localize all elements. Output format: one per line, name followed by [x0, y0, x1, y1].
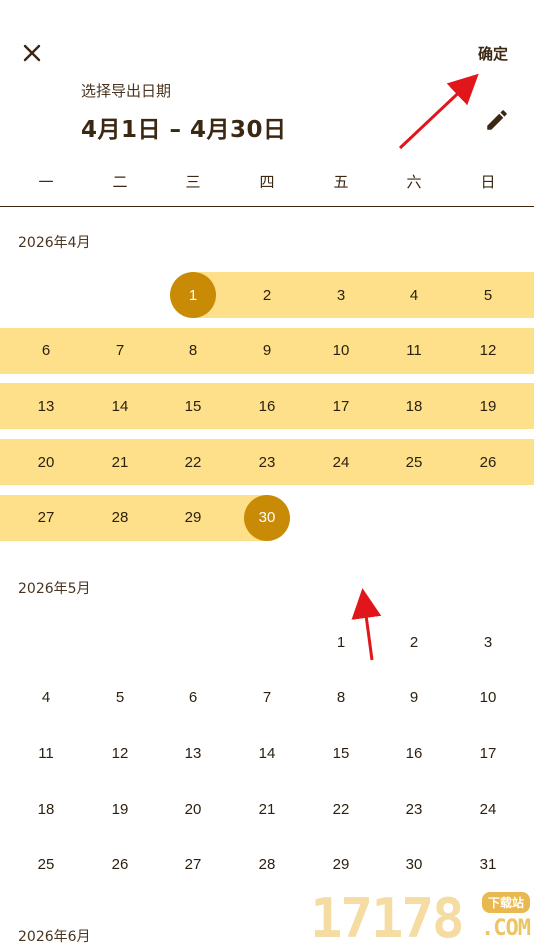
range-end-day[interactable]: 30 [244, 494, 290, 541]
calendar-day[interactable]: 21 [244, 786, 290, 832]
calendar-day[interactable]: 15 [318, 730, 364, 776]
watermark-number: 17178 [310, 887, 465, 950]
month-label: 2026年5月 [18, 581, 91, 597]
calendar-day[interactable]: 23 [244, 439, 290, 485]
calendar-day[interactable]: 3 [465, 619, 511, 665]
calendar-day[interactable]: 2 [391, 619, 437, 665]
range-start-day[interactable]: 1 [170, 272, 216, 318]
calendar-day[interactable]: 6 [23, 328, 69, 374]
confirm-button[interactable]: 确定 [478, 43, 508, 64]
calendar-day[interactable]: 12 [97, 730, 143, 776]
calendar-day[interactable]: 10 [318, 328, 364, 374]
calendar-day[interactable]: 20 [170, 786, 216, 832]
calendar-day[interactable]: 24 [465, 786, 511, 832]
month-label: 2026年6月 [18, 929, 91, 945]
calendar-day[interactable]: 29 [318, 842, 364, 888]
calendar-day[interactable]: 3 [318, 272, 364, 318]
calendar-day[interactable]: 27 [23, 495, 69, 541]
calendar-day[interactable]: 18 [23, 786, 69, 832]
calendar-day[interactable]: 28 [97, 495, 143, 541]
edit-date-button[interactable] [484, 107, 510, 133]
calendar-day[interactable]: 4 [391, 272, 437, 318]
dialog-subtitle: 选择导出日期 [81, 82, 172, 100]
calendar-day[interactable]: 31 [465, 842, 511, 888]
weekday-label: 日 [480, 173, 496, 191]
weekday-label: 六 [406, 173, 422, 191]
weekday-label: 二 [112, 173, 128, 191]
weekday-label: 一 [38, 173, 54, 191]
calendar-day[interactable]: 25 [391, 439, 437, 485]
calendar-day[interactable]: 4 [23, 675, 69, 721]
watermark-badge: 下载站 [481, 892, 530, 913]
calendar-day[interactable]: 13 [170, 730, 216, 776]
calendar-day[interactable]: 20 [23, 439, 69, 485]
watermark-suffix: .COM [481, 916, 531, 941]
calendar-day[interactable]: 21 [97, 439, 143, 485]
calendar-day[interactable]: 16 [391, 730, 437, 776]
calendar-day[interactable]: 19 [97, 786, 143, 832]
header-divider [0, 206, 534, 207]
calendar-day[interactable]: 22 [170, 439, 216, 485]
calendar-day[interactable]: 7 [244, 675, 290, 721]
close-icon [23, 44, 41, 62]
calendar-day[interactable]: 8 [318, 675, 364, 721]
calendar-day[interactable]: 24 [318, 439, 364, 485]
calendar-day[interactable]: 5 [465, 272, 511, 318]
calendar-day[interactable]: 23 [391, 786, 437, 832]
calendar-day[interactable]: 1 [318, 619, 364, 665]
calendar-day[interactable]: 10 [465, 675, 511, 721]
calendar-day[interactable]: 25 [23, 842, 69, 888]
calendar-day[interactable]: 11 [391, 328, 437, 374]
calendar-day[interactable]: 28 [244, 842, 290, 888]
calendar-day[interactable]: 2 [244, 272, 290, 318]
selected-range-title: 4月1日 – 4月30日 [81, 117, 287, 143]
calendar-day[interactable]: 12 [465, 328, 511, 374]
calendar-day[interactable]: 27 [170, 842, 216, 888]
weekday-label: 三 [185, 173, 201, 191]
calendar-day[interactable]: 6 [170, 675, 216, 721]
calendar-day[interactable]: 30 [391, 842, 437, 888]
close-button[interactable] [17, 38, 47, 68]
calendar-day[interactable]: 9 [391, 675, 437, 721]
month-label: 2026年4月 [18, 235, 91, 251]
calendar-day[interactable]: 5 [97, 675, 143, 721]
calendar-day[interactable]: 11 [23, 730, 69, 776]
calendar-day[interactable]: 7 [97, 328, 143, 374]
weekday-label: 五 [333, 173, 349, 191]
calendar-day[interactable]: 8 [170, 328, 216, 374]
calendar-day[interactable]: 9 [244, 328, 290, 374]
calendar-day[interactable]: 14 [244, 730, 290, 776]
calendar-day[interactable]: 29 [170, 495, 216, 541]
watermark-logo: 17178 下载站 .COM [310, 888, 534, 950]
calendar-day[interactable]: 26 [465, 439, 511, 485]
calendar-day[interactable]: 22 [318, 786, 364, 832]
calendar-day[interactable]: 26 [97, 842, 143, 888]
pencil-icon [487, 110, 507, 130]
weekday-label: 四 [259, 173, 275, 191]
calendar-day[interactable]: 17 [465, 730, 511, 776]
weekday-header: 一 二 三 四 五 六 日 [0, 171, 534, 201]
